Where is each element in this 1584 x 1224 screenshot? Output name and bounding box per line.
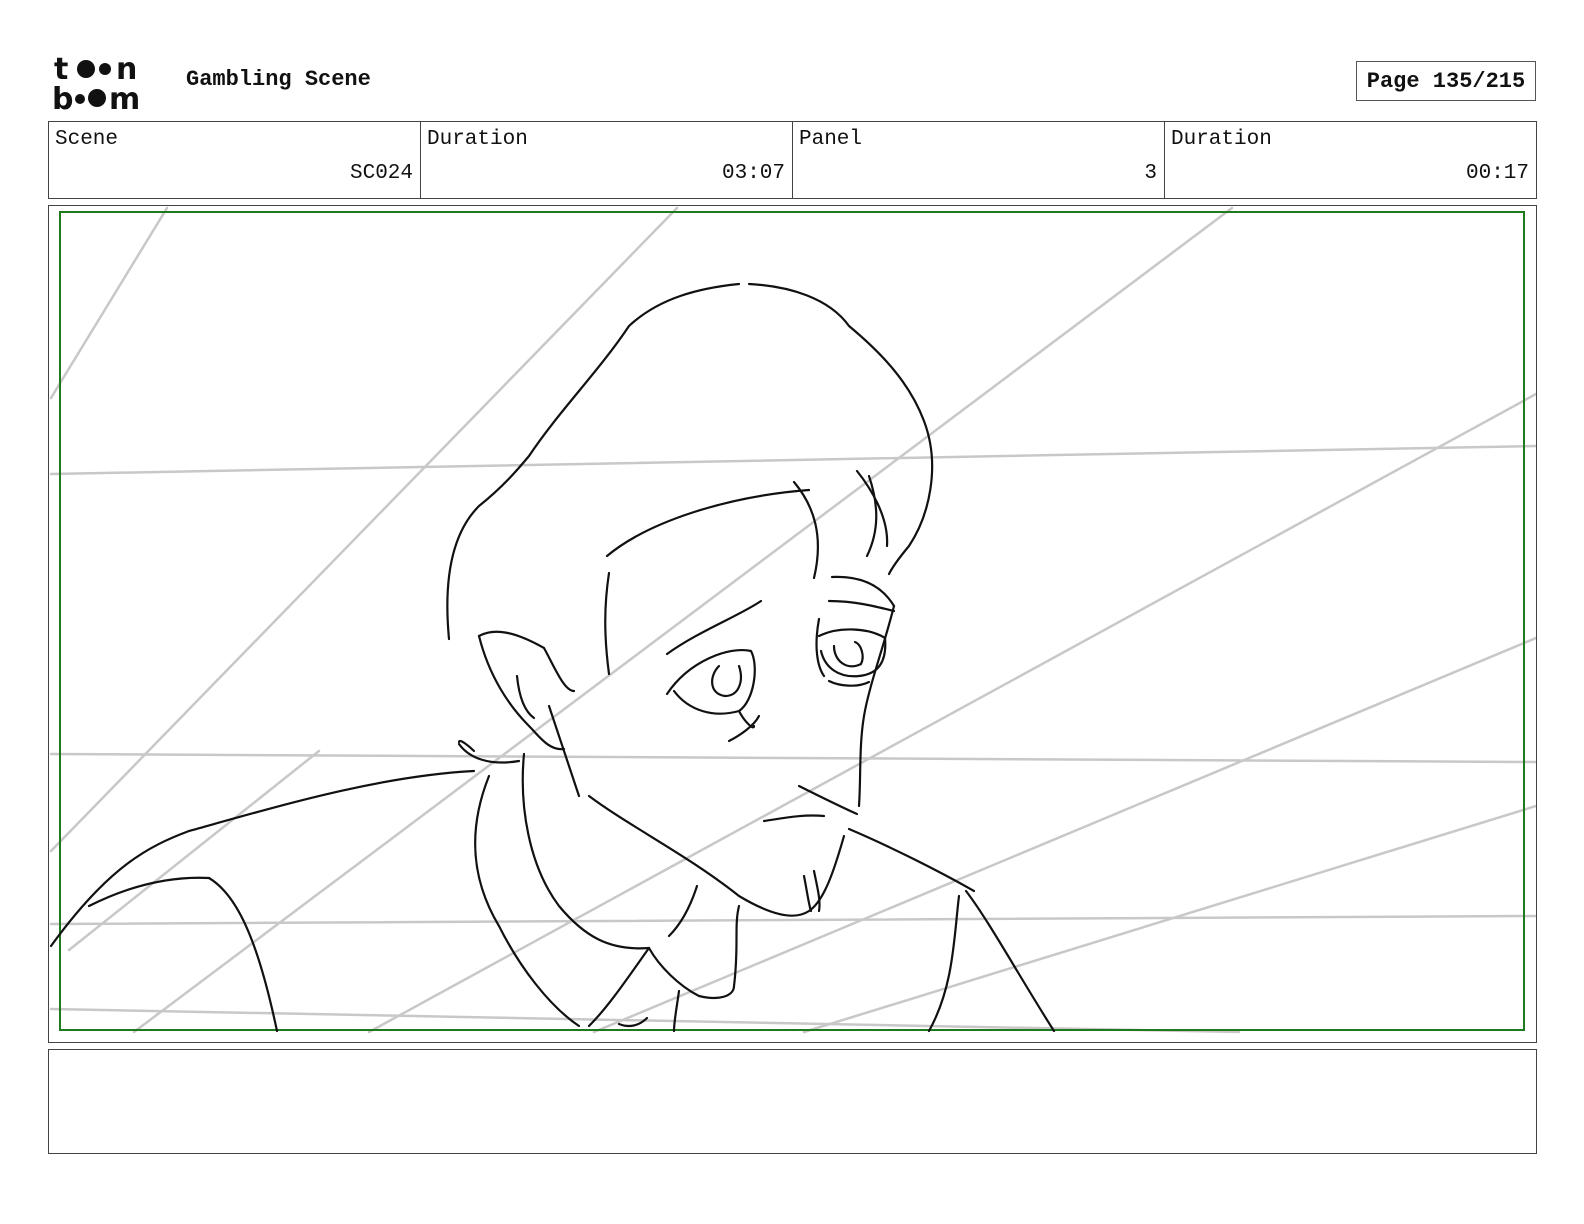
scene-cell: Scene SC024 [49, 122, 421, 198]
scene-label: Scene [55, 128, 119, 151]
panel-value: 3 [1144, 162, 1157, 185]
panel-duration-value: 00:17 [1465, 162, 1529, 185]
scene-duration-cell: Duration 03:07 [421, 122, 793, 198]
toon-boom-logo: t n b m [52, 52, 140, 112]
scene-duration-value: 03:07 [721, 162, 785, 185]
svg-text:m: m [109, 82, 140, 112]
storyboard-panel [48, 205, 1537, 1043]
panel-duration-label: Duration [1171, 128, 1272, 151]
scene-duration-label: Duration [427, 128, 528, 151]
scene-info-row: Scene SC024 Duration 03:07 Panel 3 Durat… [48, 121, 1537, 199]
panel-notes [48, 1049, 1537, 1154]
svg-text:b: b [52, 82, 73, 112]
panel-label: Panel [799, 128, 863, 151]
document-title: Gambling Scene [186, 67, 371, 92]
panel-cell: Panel 3 [793, 122, 1165, 198]
safe-frame [59, 211, 1525, 1031]
perspective-guide-lines [49, 206, 1536, 1034]
scene-value: SC024 [349, 162, 413, 185]
page-indicator: Page 135/215 [1356, 61, 1536, 101]
panel-sketch [49, 206, 1536, 1034]
panel-duration-cell: Duration 00:17 [1165, 122, 1536, 198]
